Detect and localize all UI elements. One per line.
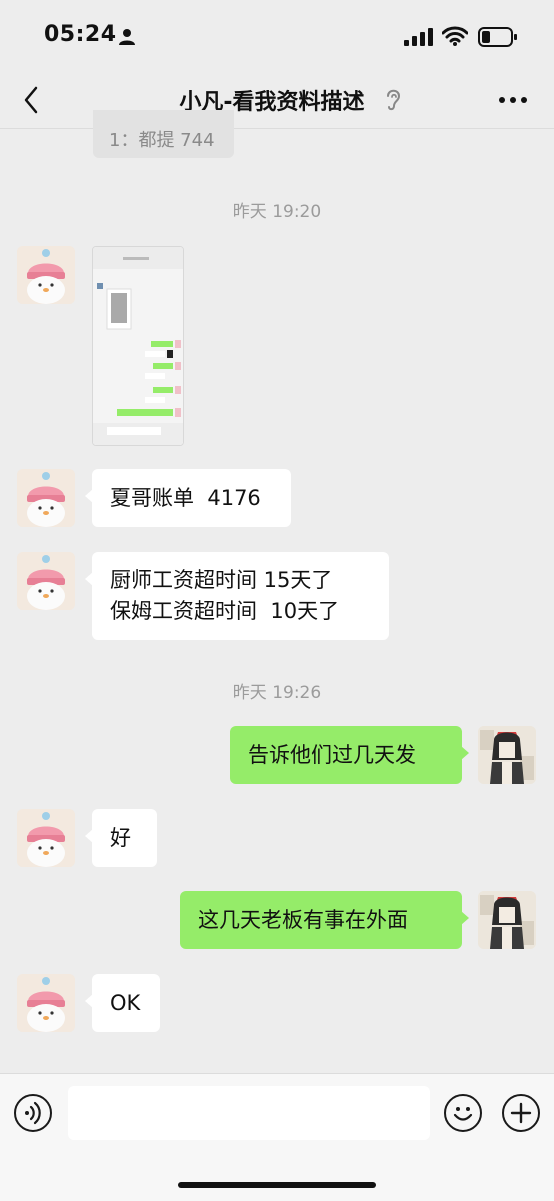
avatar-penguin-image	[17, 552, 75, 610]
contact-avatar[interactable]	[17, 974, 75, 1032]
avatar-penguin-image	[17, 246, 75, 304]
avatar-manga-image	[478, 726, 536, 784]
emoji-icon	[453, 1107, 473, 1121]
input-bar	[0, 1073, 554, 1201]
message-timestamp: 昨天 19:20	[232, 202, 322, 222]
wifi-icon	[442, 26, 468, 46]
my-avatar[interactable]	[478, 726, 536, 784]
contact-avatar[interactable]	[17, 246, 75, 304]
contact-avatar[interactable]	[17, 469, 75, 527]
signal-icon	[404, 28, 433, 46]
outgoing-message-bubble[interactable]: 告诉他们过几天发	[230, 726, 469, 784]
chat-screenshot-thumbnail	[93, 247, 183, 445]
emoji-button[interactable]	[444, 1094, 482, 1132]
home-indicator[interactable]	[178, 1182, 376, 1188]
contact-avatar[interactable]	[17, 552, 75, 610]
message-text: 这几天老板有事在外面	[198, 908, 408, 932]
message-text: OK	[110, 991, 141, 1015]
outgoing-message-bubble[interactable]: 这几天老板有事在外面	[180, 891, 469, 949]
avatar-penguin-image	[17, 974, 75, 1032]
avatar-penguin-image	[17, 469, 75, 527]
incoming-message-bubble[interactable]: 厨师工资超时间 15天了 保姆工资超时间 10天了	[85, 552, 389, 640]
avatar-manga-image	[478, 891, 536, 949]
previous-message-bubble: 1：都提 744	[93, 110, 234, 158]
chat-header: 小凡-看我资料描述	[0, 72, 554, 129]
status-bar: 05:24	[0, 0, 554, 72]
status-time: 05:24	[44, 22, 117, 47]
plus-icon	[510, 1102, 532, 1124]
earpiece-mode-icon	[387, 89, 401, 111]
message-input[interactable]	[68, 1086, 430, 1140]
message-text: 好	[110, 826, 131, 850]
incoming-message-bubble[interactable]: OK	[85, 974, 160, 1032]
avatar-penguin-image	[17, 809, 75, 867]
message-text: 夏哥账单 4176	[110, 486, 261, 510]
more-options-icon[interactable]	[496, 86, 530, 114]
message-text: 厨师工资超时间 15天了 保姆工资超时间 10天了	[110, 568, 340, 623]
voice-input-button[interactable]	[14, 1094, 52, 1132]
chat-title: 小凡-看我资料描述	[179, 90, 365, 115]
image-message[interactable]	[92, 246, 184, 446]
voice-icon	[25, 1101, 41, 1125]
my-avatar[interactable]	[478, 891, 536, 949]
incoming-message-bubble[interactable]: 好	[85, 809, 157, 867]
person-icon	[119, 29, 135, 45]
more-functions-button[interactable]	[502, 1094, 540, 1132]
message-timestamp: 昨天 19:26	[232, 683, 322, 703]
incoming-message-bubble[interactable]: 夏哥账单 4176	[85, 469, 291, 527]
contact-avatar[interactable]	[17, 809, 75, 867]
battery-icon	[478, 27, 517, 47]
previous-message-text: 1：都提 744	[109, 130, 215, 151]
message-text: 告诉他们过几天发	[248, 743, 416, 767]
